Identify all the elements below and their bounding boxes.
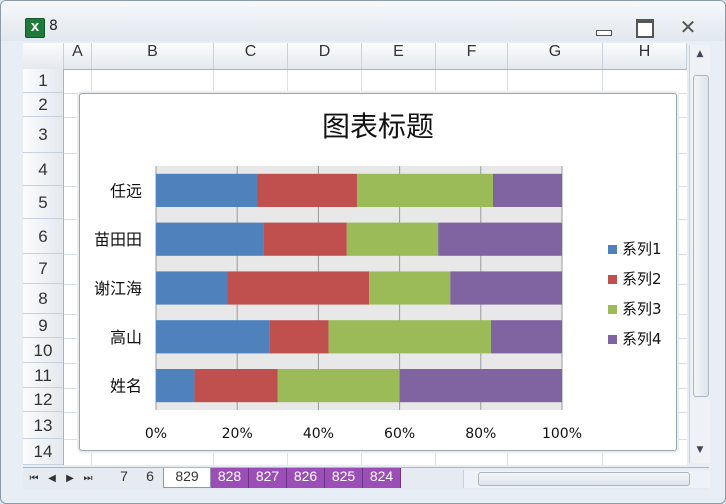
row-header-3[interactable]: 3 bbox=[23, 117, 63, 153]
category-label: 姓名 bbox=[110, 377, 142, 396]
sheet-tab-827[interactable]: 827 bbox=[249, 468, 287, 488]
row-header-2[interactable]: 2 bbox=[23, 93, 63, 117]
excel-window: X 8 ✕ A B C D E F G H 1 2 3 4 5 6 7 8 9 … bbox=[0, 0, 726, 504]
legend-label[interactable]: 系列1 bbox=[622, 240, 662, 258]
bar-segment[interactable] bbox=[194, 369, 278, 403]
sheet-tab-825[interactable]: 825 bbox=[325, 468, 363, 488]
bar-segment[interactable] bbox=[277, 369, 400, 403]
scroll-up-icon[interactable]: ▲ bbox=[694, 49, 706, 61]
row-header-13[interactable]: 13 bbox=[23, 412, 63, 439]
row-header-7[interactable]: 7 bbox=[23, 254, 63, 284]
column-header-d[interactable]: D bbox=[288, 43, 362, 69]
column-header-f[interactable]: F bbox=[436, 43, 508, 69]
row-header-12[interactable]: 12 bbox=[23, 388, 63, 412]
column-header-h[interactable]: H bbox=[603, 43, 687, 69]
sheet-tab-bar: ⏮ ◀ ▶ ⏭ 7 6 829 828 827 826 825 824 bbox=[23, 467, 710, 490]
bar-segment[interactable] bbox=[492, 173, 562, 207]
horizontal-scrollbar[interactable] bbox=[463, 470, 710, 488]
minimize-button[interactable] bbox=[591, 17, 617, 37]
category-label: 谢江海 bbox=[94, 279, 142, 298]
select-all-corner[interactable] bbox=[23, 43, 64, 69]
legend-label[interactable]: 系列3 bbox=[622, 300, 662, 318]
x-tick-label: 60% bbox=[384, 426, 415, 442]
column-header-c[interactable]: C bbox=[214, 43, 288, 69]
bar-segment[interactable] bbox=[269, 320, 329, 354]
bar-segment[interactable] bbox=[257, 173, 357, 207]
row-header-8[interactable]: 8 bbox=[23, 284, 63, 314]
row-header-11[interactable]: 11 bbox=[23, 363, 63, 388]
chart-svg: 图表标题 姓名 高山 谢江海 苗田田 任远 0% 20% 40% 60% 80% 100% 系列1… bbox=[94, 110, 662, 442]
legend-label[interactable]: 系列2 bbox=[622, 270, 662, 288]
bar-segment[interactable] bbox=[328, 320, 491, 354]
bar-segment[interactable] bbox=[399, 369, 562, 403]
legend-label[interactable]: 系列4 bbox=[622, 330, 662, 348]
legend-swatch bbox=[608, 245, 617, 254]
close-icon: ✕ bbox=[679, 15, 697, 39]
embedded-chart[interactable]: 图表标题 姓名 高山 谢江海 苗田田 任远 0% 20% 40% 60% 80% 100% 系列1… bbox=[79, 93, 677, 451]
row-header-1[interactable]: 1 bbox=[23, 69, 63, 93]
row-header-14[interactable]: 14 bbox=[23, 439, 63, 465]
bar-segment[interactable] bbox=[369, 271, 451, 305]
excel-app-icon[interactable]: X bbox=[25, 18, 45, 38]
legend-swatch bbox=[608, 275, 617, 284]
x-tick-label: 100% bbox=[542, 426, 582, 442]
maximize-button[interactable] bbox=[631, 17, 657, 38]
sheet-tab-826[interactable]: 826 bbox=[287, 468, 325, 488]
prev-sheet-icon[interactable]: ◀ bbox=[45, 471, 59, 487]
vertical-scroll-thumb[interactable] bbox=[693, 75, 709, 397]
vertical-scrollbar[interactable]: ▲ ▼ bbox=[689, 45, 710, 463]
bar-segment[interactable] bbox=[227, 271, 370, 305]
sheet-tab-824[interactable]: 824 bbox=[363, 468, 401, 488]
column-header-bar: A B C D E F G H bbox=[23, 43, 687, 70]
chart-title[interactable]: 图表标题 bbox=[322, 110, 434, 143]
sheet-tab-828[interactable]: 828 bbox=[211, 468, 249, 488]
column-header-g[interactable]: G bbox=[508, 43, 603, 69]
bar-segment[interactable] bbox=[263, 222, 347, 256]
row-header-6[interactable]: 6 bbox=[23, 219, 63, 254]
close-button[interactable]: ✕ bbox=[675, 17, 701, 37]
bar-segment[interactable] bbox=[438, 222, 562, 256]
x-tick-label: 40% bbox=[303, 426, 334, 442]
bar-segment[interactable] bbox=[450, 271, 562, 305]
row-header-10[interactable]: 10 bbox=[23, 338, 63, 363]
title-bar: X 8 ✕ bbox=[1, 1, 725, 41]
worksheet[interactable]: A B C D E F G H 1 2 3 4 5 6 7 8 9 10 11 … bbox=[23, 43, 687, 465]
column-header-e[interactable]: E bbox=[362, 43, 436, 69]
category-label: 高山 bbox=[110, 328, 142, 347]
row-header-4[interactable]: 4 bbox=[23, 153, 63, 186]
next-sheet-icon[interactable]: ▶ bbox=[63, 471, 77, 487]
window-title: 8 bbox=[49, 18, 58, 34]
last-sheet-icon[interactable]: ⏭ bbox=[81, 471, 95, 487]
bar-segment[interactable] bbox=[346, 222, 439, 256]
category-label: 任远 bbox=[110, 181, 142, 200]
horizontal-scroll-thumb[interactable] bbox=[478, 472, 690, 486]
row-header-bar: 1 2 3 4 5 6 7 8 9 10 11 12 13 14 bbox=[23, 69, 64, 465]
legend-swatch bbox=[608, 335, 617, 344]
bar-segment[interactable] bbox=[156, 320, 270, 354]
row-header-9[interactable]: 9 bbox=[23, 314, 63, 338]
sheet-tab-7[interactable]: 7 bbox=[111, 468, 137, 488]
bar-segment[interactable] bbox=[156, 271, 228, 305]
first-sheet-icon[interactable]: ⏮ bbox=[27, 471, 41, 487]
x-tick-label: 20% bbox=[222, 426, 253, 442]
bar-segment[interactable] bbox=[156, 173, 258, 207]
sheet-tab-829[interactable]: 829 bbox=[163, 468, 211, 488]
row-header-5[interactable]: 5 bbox=[23, 186, 63, 219]
bar-segment[interactable] bbox=[356, 173, 493, 207]
column-header-a[interactable]: A bbox=[64, 43, 92, 69]
bar-segment[interactable] bbox=[156, 222, 264, 256]
x-tick-label: 80% bbox=[465, 426, 496, 442]
legend-swatch bbox=[608, 305, 617, 314]
scroll-down-icon[interactable]: ▼ bbox=[694, 445, 706, 457]
bar-segment[interactable] bbox=[156, 369, 195, 403]
sheet-tab-6[interactable]: 6 bbox=[137, 468, 163, 488]
column-header-b[interactable]: B bbox=[92, 43, 214, 69]
category-label: 苗田田 bbox=[94, 230, 142, 249]
x-tick-label: 0% bbox=[145, 426, 167, 442]
bar-segment[interactable] bbox=[490, 320, 562, 354]
